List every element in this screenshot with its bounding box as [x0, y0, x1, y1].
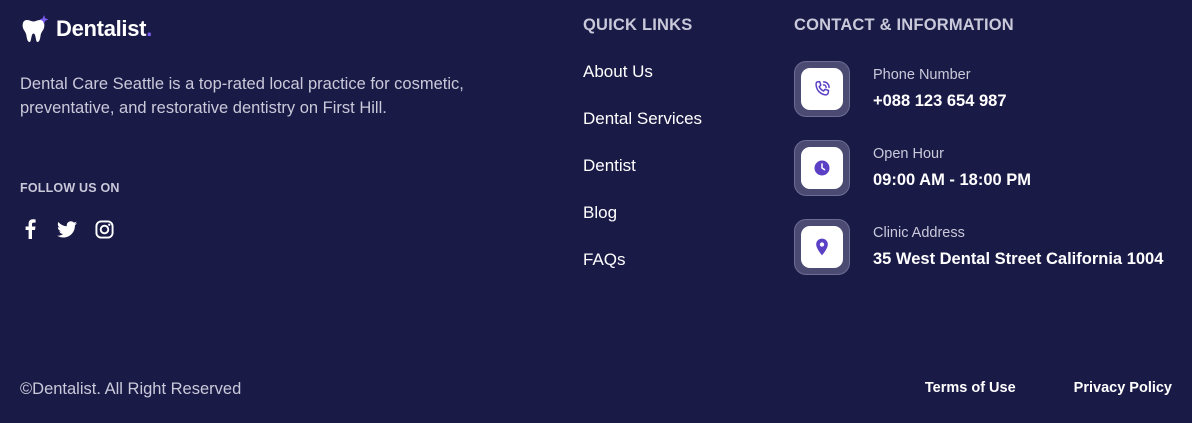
list-item: Dentist: [583, 156, 702, 203]
brand[interactable]: Dentalist.: [20, 14, 152, 44]
clock-icon: [814, 160, 830, 176]
open-hour-value: 09:00 AM - 18:00 PM: [873, 171, 1032, 189]
contact-item-address: Clinic Address 35 West Dental Street Cal…: [794, 219, 1163, 298]
quick-link-dental-services[interactable]: Dental Services: [583, 109, 702, 128]
quick-link-blog[interactable]: Blog: [583, 203, 617, 222]
quick-link-faqs[interactable]: FAQs: [583, 250, 626, 269]
brand-dot: .: [146, 16, 153, 41]
terms-of-use-link[interactable]: Terms of Use: [925, 380, 1016, 396]
facebook-icon[interactable]: [20, 219, 40, 239]
quick-links-list: About Us Dental Services Dentist Blog FA…: [583, 62, 702, 297]
twitter-icon[interactable]: [57, 219, 77, 239]
contact-info-title: CONTACT & INFORMATION: [794, 16, 1014, 34]
phone-icon: [815, 80, 830, 96]
location-pin-icon: [816, 238, 828, 256]
contact-item-hours: Open Hour 09:00 AM - 18:00 PM: [794, 140, 1163, 219]
copyright-text: ©Dentalist. All Right Reserved: [20, 380, 242, 398]
address-label: Clinic Address: [873, 225, 965, 241]
contact-info-list: Phone Number +088 123 654 987 Open Hour …: [794, 61, 1163, 298]
quick-link-about-us[interactable]: About Us: [583, 62, 653, 81]
instagram-icon[interactable]: [94, 219, 114, 239]
quick-link-dentist[interactable]: Dentist: [583, 156, 636, 175]
site-footer: Dentalist. Dental Care Seattle is a top-…: [0, 0, 1192, 423]
phone-icon-box: [794, 61, 850, 117]
social-links: [20, 219, 131, 239]
follow-us-label: FOLLOW US ON: [20, 181, 120, 195]
open-hour-label: Open Hour: [873, 146, 944, 162]
clock-icon-box: [794, 140, 850, 196]
list-item: Dental Services: [583, 109, 702, 156]
address-value: 35 West Dental Street California 1004: [873, 250, 1164, 268]
list-item: About Us: [583, 62, 702, 109]
tooth-icon: [22, 15, 49, 42]
location-icon-box: [794, 219, 850, 275]
quick-links-title: QUICK LINKS: [583, 16, 693, 34]
phone-value[interactable]: +088 123 654 987: [873, 91, 1007, 111]
phone-label: Phone Number: [873, 67, 971, 83]
list-item: Blog: [583, 203, 702, 250]
list-item: FAQs: [583, 250, 702, 297]
about-text: Dental Care Seattle is a top-rated local…: [20, 75, 464, 117]
legal-links: Terms of Use Privacy Policy: [867, 380, 1172, 396]
brand-name: Dentalist: [56, 16, 147, 41]
privacy-policy-link[interactable]: Privacy Policy: [1074, 380, 1172, 396]
contact-item-phone: Phone Number +088 123 654 987: [794, 61, 1163, 140]
